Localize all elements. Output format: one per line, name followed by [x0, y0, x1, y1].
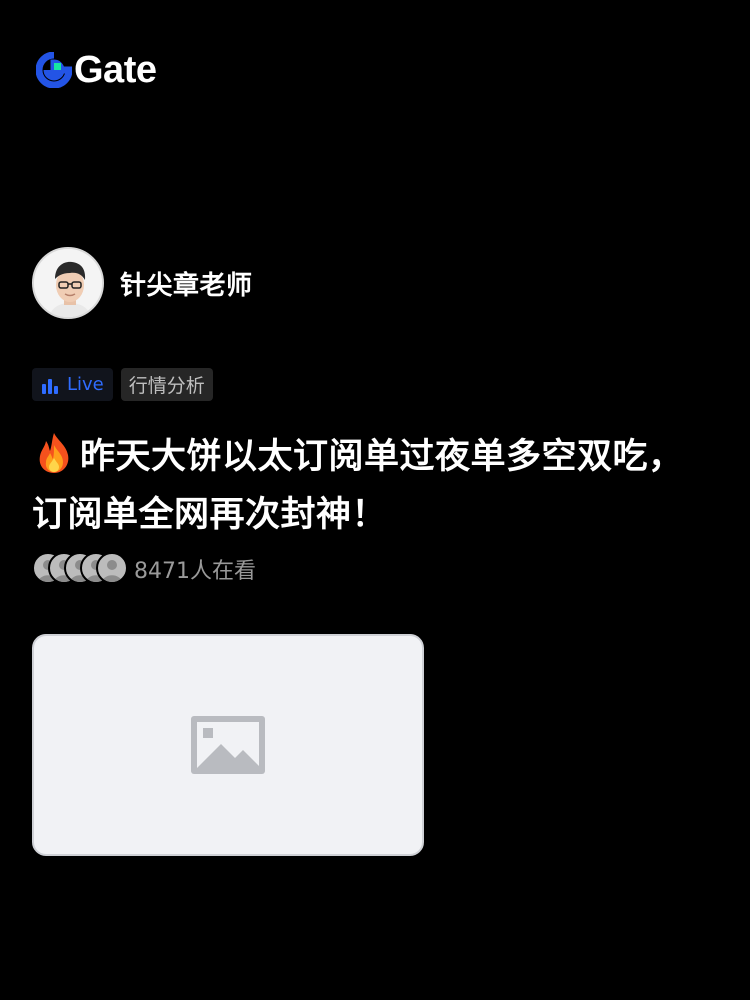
live-label: Live — [67, 374, 104, 395]
bar-chart-icon — [42, 378, 58, 394]
post-title-text: 昨天大饼以太订阅单过夜单多空双吃，订阅单全网再次封神！ — [32, 437, 684, 535]
live-share-card: Gate 针尖章老师 Live 行情分析 昨天大饼以太订阅单过夜单多空双吃，订阅… — [0, 0, 750, 1000]
media-preview[interactable] — [32, 634, 424, 856]
viewer-avatar-stack — [32, 552, 128, 586]
post-title[interactable]: 昨天大饼以太订阅单过夜单多空双吃，订阅单全网再次封神！ — [32, 428, 712, 544]
tag-row: Live 行情分析 — [32, 368, 213, 401]
brand-name: Gate — [74, 49, 157, 91]
category-tag[interactable]: 行情分析 — [120, 368, 213, 401]
gate-logo-mark-icon — [36, 52, 72, 88]
user-icon — [102, 560, 122, 582]
author-row[interactable]: 针尖章老师 — [32, 247, 253, 319]
author-name[interactable]: 针尖章老师 — [120, 265, 253, 302]
person-portrait-icon — [34, 249, 102, 317]
viewer-avatar — [96, 552, 128, 584]
fire-icon — [39, 433, 69, 473]
avatar[interactable] — [32, 247, 104, 319]
gate-logo: Gate — [36, 49, 157, 91]
image-placeholder-icon — [191, 716, 265, 774]
viewer-count: 8471人在看 — [134, 559, 256, 584]
viewer-row: 8471人在看 — [32, 552, 256, 586]
live-badge[interactable]: Live — [32, 368, 113, 401]
category-label: 行情分析 — [128, 375, 205, 397]
